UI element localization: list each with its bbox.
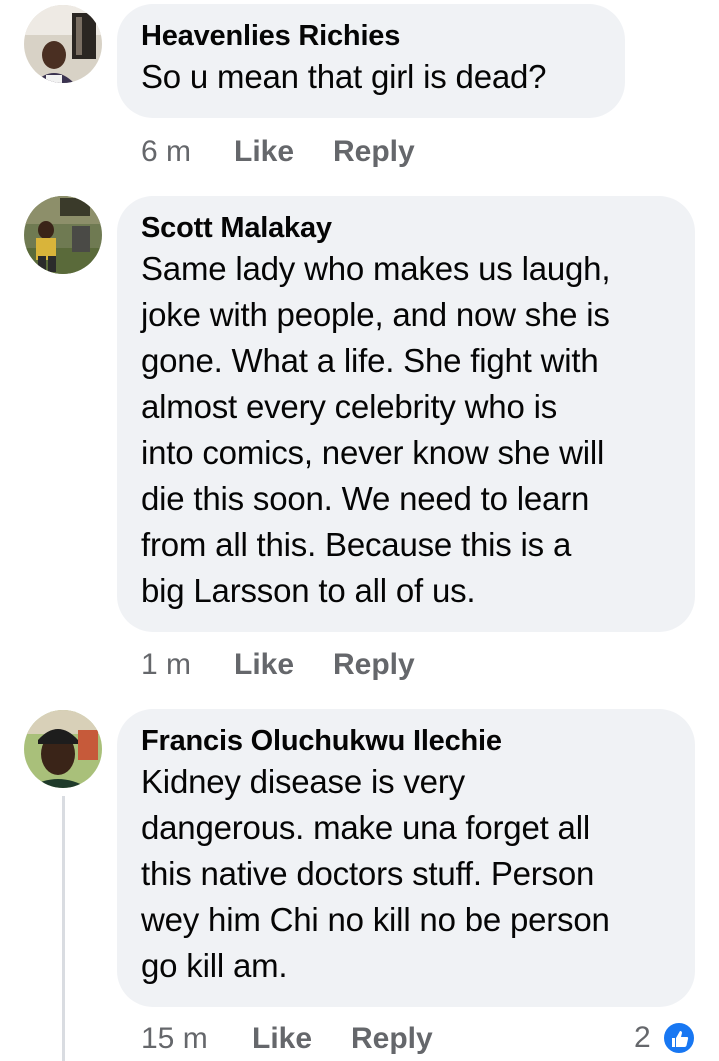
avatar-photo	[24, 196, 102, 274]
comment-timestamp[interactable]: 15 m	[141, 1019, 208, 1059]
comment-actions: 1 m Like Reply	[141, 645, 541, 685]
comment-timestamp[interactable]: 6 m	[141, 132, 191, 172]
comment-timestamp[interactable]: 1 m	[141, 645, 191, 685]
comment-text: Kidney disease is very dangerous. make u…	[141, 763, 610, 984]
avatar[interactable]	[24, 710, 102, 788]
avatar-photo	[24, 710, 102, 788]
avatar[interactable]	[24, 5, 102, 83]
avatar[interactable]	[24, 196, 102, 274]
comment-author[interactable]: Heavenlies Richies	[141, 18, 601, 54]
reply-button[interactable]: Reply	[333, 132, 415, 172]
comment-bubble: Francis Oluchukwu Ilechie Kidney disease…	[117, 709, 695, 1007]
comment-author[interactable]: Scott Malakay	[141, 210, 671, 246]
reply-button[interactable]: Reply	[351, 1019, 433, 1059]
comment-bubble: Heavenlies Richies So u mean that girl i…	[117, 4, 625, 118]
comment-bubble: Scott Malakay Same lady who makes us lau…	[117, 196, 695, 632]
reply-button[interactable]: Reply	[333, 645, 415, 685]
like-button[interactable]: Like	[234, 645, 294, 685]
comment-actions: 6 m Like Reply	[141, 132, 541, 172]
comment-actions: 15 m Like Reply	[141, 1019, 581, 1059]
comment-text: So u mean that girl is dead?	[141, 58, 547, 95]
reply-thread-line	[62, 796, 65, 1061]
comment-text: Same lady who makes us laugh, joke with …	[141, 250, 611, 609]
thumbs-up-icon	[662, 1021, 696, 1055]
avatar-photo	[24, 5, 102, 83]
reaction-count: 2	[634, 1021, 651, 1054]
comment-author[interactable]: Francis Oluchukwu Ilechie	[141, 723, 671, 759]
like-button[interactable]: Like	[252, 1019, 312, 1059]
like-button[interactable]: Like	[234, 132, 294, 172]
